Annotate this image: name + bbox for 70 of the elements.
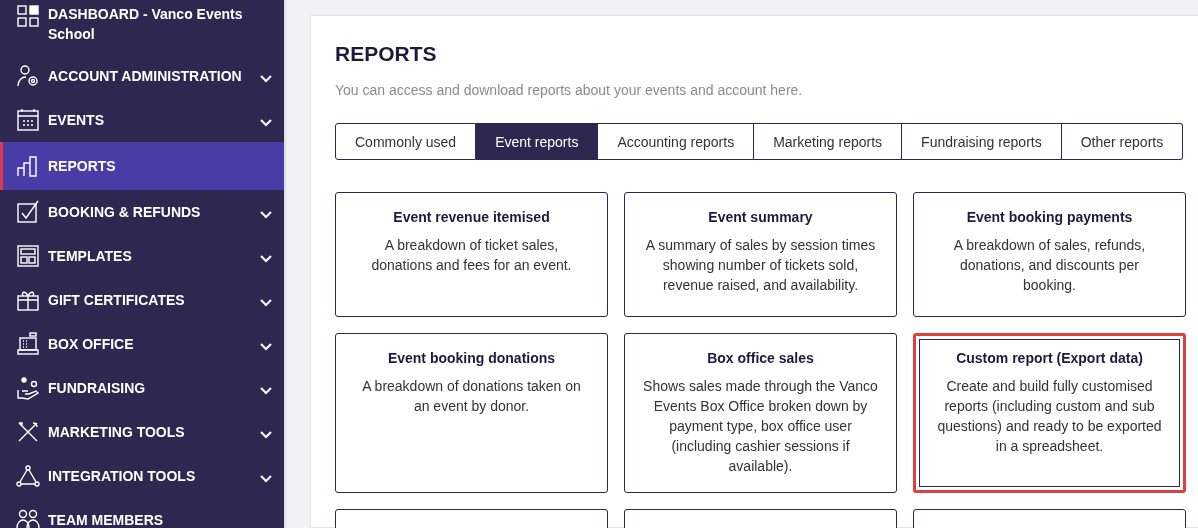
nav-item[interactable]: TEAM MEMBERS [0, 498, 284, 528]
hand-heart-icon [16, 376, 40, 400]
card-title: Event revenue itemised [392, 209, 551, 225]
nav-label: BOX OFFICE [48, 335, 135, 354]
report-tab[interactable]: Event reports [476, 123, 599, 160]
report-card[interactable]: Event revenue itemised A breakdown of ticket sales, donations and fees for an event. [335, 192, 608, 317]
card-description: A breakdown of sales, refunds, donations, and discounts per booking. [952, 236, 1147, 295]
nav-label: GIFT CERTIFICATES [48, 291, 186, 310]
nav-label: EVENTS [48, 111, 105, 130]
chevron-down-icon [260, 299, 272, 307]
chevron-down-icon [260, 475, 272, 483]
checkbox-icon [16, 200, 40, 224]
nav-item[interactable]: EVENTS [0, 98, 284, 142]
report-tab[interactable]: Marketing reports [754, 123, 903, 160]
card-title: Event booking donations [386, 350, 557, 366]
report-tab[interactable]: Commonly used [335, 123, 477, 160]
nav-label: DASHBOARD - Vanco Events School [48, 5, 244, 44]
page-title: REPORTS [335, 42, 438, 66]
report-card[interactable]: Box office sales Shows sales made through the Vanco Events Box Office broken down by payment type, box office user (including cashier sessions if available). [624, 333, 897, 493]
nav-label: BOOKING & REFUNDS [48, 203, 202, 222]
card-description: A breakdown of ticket sales, donations and fees for an event. [370, 236, 573, 275]
nav-label: INTEGRATION TOOLS [48, 467, 197, 486]
people-icon [16, 508, 40, 528]
report-card[interactable]: Custom report (Export data) Create and build fully customised reports (including custom and sub questions) and ready to be exported in a spreadsheet. [913, 333, 1186, 493]
layout-icon [16, 244, 40, 268]
report-tab[interactable]: Other reports [1061, 123, 1184, 160]
card-title: Box office sales [706, 350, 815, 366]
nav-label: MARKETING TOOLS [48, 423, 186, 442]
calendar-icon [16, 108, 40, 132]
card-description: A breakdown of donations taken on an event by donor. [361, 377, 582, 416]
chevron-down-icon [260, 387, 272, 395]
nav-item[interactable]: INTEGRATION TOOLS [0, 454, 284, 498]
chevron-down-icon [260, 119, 272, 127]
report-tab[interactable]: Fundraising reports [902, 123, 1062, 160]
nav-item[interactable]: BOOKING & REFUNDS [0, 190, 284, 234]
report-card[interactable]: Event booking payments A breakdown of sales, refunds, donations, and discounts per booking. [913, 192, 1186, 317]
nav-label: REPORTS [48, 157, 117, 176]
grid-icon [16, 4, 40, 28]
network-icon [16, 464, 40, 488]
tools-icon [16, 420, 40, 444]
nav-item[interactable]: BOX OFFICE [0, 322, 284, 366]
card-title: Custom report (Export data) [955, 350, 1144, 366]
nav-label: TEAM MEMBERS [48, 511, 165, 528]
chevron-down-icon [260, 343, 272, 351]
nav-item[interactable]: TEMPLATES [0, 234, 284, 278]
user-settings-icon [16, 64, 40, 88]
nav-label: FUNDRAISING [48, 379, 147, 398]
card-title: Event summary [707, 209, 814, 225]
chevron-down-icon [260, 431, 272, 439]
page-subtitle: You can access and download reports about your events and account here. [335, 82, 804, 98]
chevron-down-icon [260, 255, 272, 263]
nav-item[interactable]: MARKETING TOOLS [0, 410, 284, 454]
bar-chart-icon [16, 154, 40, 178]
nav-item[interactable]: REPORTS [0, 142, 284, 190]
nav-item[interactable]: FUNDRAISING [0, 366, 284, 410]
nav-item[interactable]: DASHBOARD - Vanco Events School [0, 0, 284, 54]
card-title: Event booking payments [965, 209, 1134, 225]
report-card[interactable]: Event summary A summary of sales by session times showing number of tickets sold, revenue raised, and availability. [624, 192, 897, 317]
chevron-down-icon [260, 75, 272, 83]
card-description: Create and build fully customised reports (including custom and sub questions) and ready to be exported in a spreadsheet. [936, 377, 1163, 456]
report-tab[interactable]: Accounting reports [598, 123, 755, 160]
nav-label: TEMPLATES [48, 247, 133, 266]
card-description: A summary of sales by session times showing number of tickets sold, revenue raised, and availability. [644, 236, 877, 295]
nav-label: ACCOUNT ADMINISTRATION [48, 67, 243, 86]
report-card[interactable]: Event booking donations A breakdown of donations taken on an event by donor. [335, 333, 608, 493]
card-description: Shows sales made through the Vanco Events Box Office broken down by payment type, box office user (including cashier sessions if available). [642, 377, 879, 476]
nav-item[interactable]: GIFT CERTIFICATES [0, 278, 284, 322]
cash-register-icon [16, 332, 40, 356]
chevron-down-icon [260, 211, 272, 219]
nav-item[interactable]: ACCOUNT ADMINISTRATION [0, 54, 284, 98]
